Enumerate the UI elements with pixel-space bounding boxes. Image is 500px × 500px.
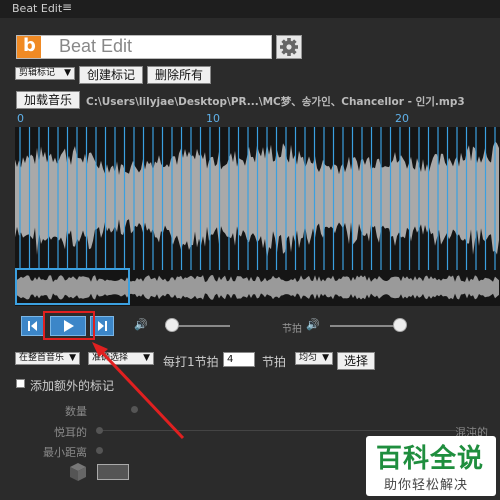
every-beat-label: 每打1节拍 <box>163 355 219 369</box>
beat-volume-icon: 🔊 <box>306 318 320 331</box>
watermark-subtitle: 助你轻松解决 <box>384 478 469 493</box>
pleasant-label: 悦耳的 <box>54 426 87 439</box>
min-distance-label: 最小距离 <box>43 446 87 459</box>
distribution-value: 均匀 <box>299 353 318 363</box>
create-marker-button[interactable]: 创建标记 <box>79 66 143 84</box>
pleasant-chaotic-slider[interactable] <box>100 430 455 431</box>
count-label: 数量 <box>65 405 87 418</box>
play-button-highlight <box>43 311 95 340</box>
marker-mode-select[interactable]: 剪辑标记 ▼ <box>15 67 75 80</box>
select-mode-value: 准确选择 <box>92 353 129 363</box>
beat-volume-label: 节拍 <box>282 324 302 335</box>
distribution-select[interactable]: 均匀 ▼ <box>295 352 333 365</box>
volume-slider-knob[interactable] <box>164 318 179 332</box>
beat-unit-label: 节拍 <box>262 355 287 369</box>
waveform-svg <box>15 127 499 270</box>
waveform[interactable] <box>15 127 500 270</box>
cube-icon[interactable] <box>68 462 88 482</box>
color-swatch[interactable] <box>97 464 129 480</box>
add-extra-checkbox[interactable] <box>16 379 25 388</box>
select-button[interactable]: 选择 <box>337 352 375 370</box>
file-path: C:\Users\lilyjae\Desktop\PR...\MC梦、송가인、C… <box>86 96 465 108</box>
menu-icon[interactable]: ≡ <box>62 0 72 14</box>
count-slider-knob[interactable] <box>131 406 138 413</box>
beat-volume-slider-knob[interactable] <box>393 318 407 332</box>
volume-icon: 🔊 <box>134 318 148 331</box>
app-title: Beat Edit <box>59 36 133 56</box>
beat-count-input[interactable]: 4 <box>223 352 255 367</box>
scope-select[interactable]: 在整首音乐 ▼ <box>15 352 80 365</box>
add-extra-label: 添加额外的标记 <box>30 379 115 393</box>
logo-icon: b <box>17 35 41 58</box>
app-header: b Beat Edit <box>16 35 272 59</box>
select-mode-select[interactable]: 准确选择 ▼ <box>88 352 154 365</box>
chevron-down-icon: ▼ <box>64 68 71 78</box>
chevron-down-icon: ▼ <box>322 353 329 363</box>
ruler-tick: 10 <box>206 112 220 125</box>
skip-back-button[interactable] <box>21 316 45 336</box>
gear-icon[interactable] <box>276 35 302 59</box>
chevron-down-icon: ▼ <box>143 353 150 363</box>
watermark: 百科全说 助你轻松解决 <box>366 436 496 496</box>
ruler-tick: 0 <box>17 112 24 125</box>
window-title: Beat Edit <box>12 2 63 15</box>
scope-value: 在整首音乐 <box>19 353 65 363</box>
skip-back-icon <box>28 321 37 331</box>
beat-volume-slider[interactable] <box>330 325 400 327</box>
watermark-title: 百科全说 <box>376 444 485 474</box>
pleasant-chaotic-knob[interactable] <box>96 427 103 434</box>
ruler-tick: 20 <box>395 112 409 125</box>
min-distance-knob[interactable] <box>96 447 103 454</box>
delete-all-button[interactable]: 删除所有 <box>147 66 211 84</box>
load-music-button[interactable]: 加载音乐 <box>16 91 80 109</box>
marker-mode-value: 剪辑标记 <box>19 68 56 78</box>
overview-selection[interactable] <box>15 268 130 305</box>
chevron-down-icon: ▼ <box>69 353 76 363</box>
title-bar: Beat Edit ≡ <box>0 0 500 18</box>
logo-letter: b <box>23 35 36 56</box>
timeline-ruler: 0 10 20 <box>15 112 500 126</box>
